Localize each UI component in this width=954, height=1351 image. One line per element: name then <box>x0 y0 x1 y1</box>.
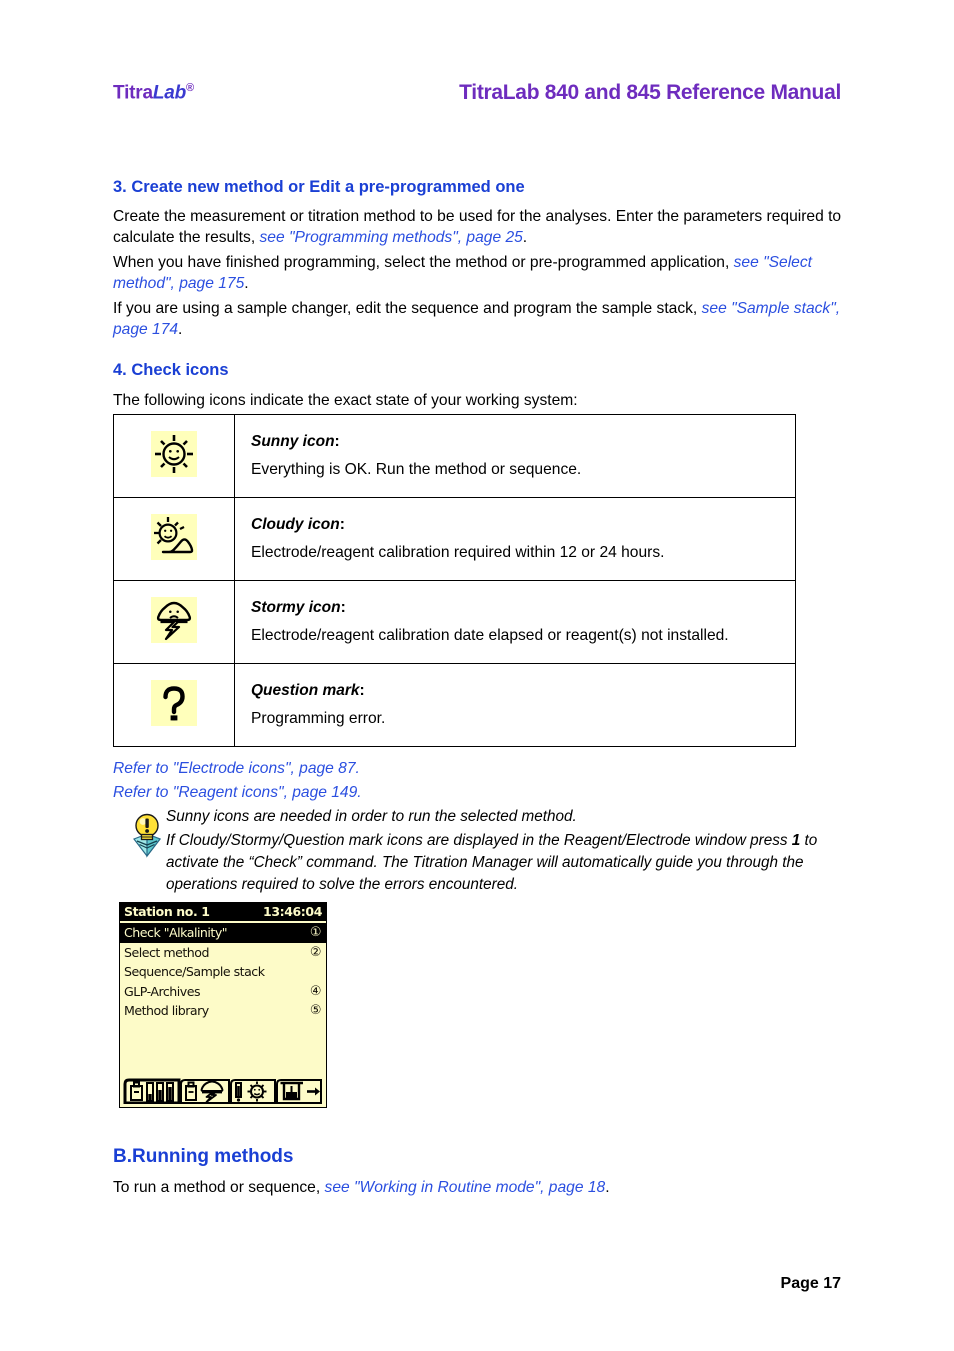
row-title: Cloudy icon: <box>251 514 795 536</box>
note-line-2: If Cloudy/Stormy/Question mark icons are… <box>166 830 846 896</box>
text-cell: Cloudy icon: Electrode/reagent calibrati… <box>234 497 796 581</box>
row-description: Everything is OK. Run the method or sequ… <box>251 461 582 478</box>
lcd-menu-label: Method library <box>124 1003 209 1018</box>
text-cell: Question mark: Programming error. <box>234 663 796 747</box>
para3-lead-text: If you are using a sample changer, edit … <box>113 300 702 317</box>
lightbulb-tip-icon <box>126 812 168 860</box>
refer-reagent-icons[interactable]: Refer to "Reagent icons", page 149. <box>113 784 362 802</box>
logo-lab-text: Lab <box>152 82 187 104</box>
row-title: Stormy icon: <box>251 597 795 619</box>
para2-lead-text: When you have finished programming, sele… <box>113 254 734 271</box>
section-b-paragraph: To run a method or sequence, see "Workin… <box>113 1177 843 1198</box>
para1-tail-text: . <box>522 229 528 246</box>
sample-transfer-button <box>276 1079 322 1104</box>
row-title-text: Question mark <box>251 682 360 699</box>
registered-trademark-icon: ® <box>186 82 194 94</box>
row-description: Electrode/reagent calibration date elaps… <box>251 627 729 644</box>
text-cell: Stormy icon: Electrode/reagent calibrati… <box>234 580 796 664</box>
row-title-colon: : <box>340 599 346 616</box>
lcd-menu-label: Sequence/Sample stack <box>124 964 265 979</box>
icon-cell <box>113 497 235 581</box>
lcd-station-label: Station no. 1 <box>124 904 210 919</box>
lcd-menu-number: ② <box>309 944 322 960</box>
section-4-intro: The following icons indicate the exact s… <box>113 392 578 409</box>
lcd-menu-number: ⑤ <box>309 1003 322 1018</box>
lcd-menu-item-sequence-sample-stack[interactable]: Sequence/Sample stack <box>120 962 326 982</box>
section-3-paragraph-1: Create the measurement or titration meth… <box>113 206 843 248</box>
section-b-lead-text: To run a method or sequence, <box>113 1179 325 1196</box>
lcd-menu-item-method-library[interactable]: Method library ⑤ <box>120 1001 326 1021</box>
section-3-paragraph-2: When you have finished programming, sele… <box>113 252 843 294</box>
logo-titra-text: Titra <box>113 82 153 104</box>
para2-tail-text: . <box>244 275 249 292</box>
titralab-logo: TitraLab® <box>113 82 194 104</box>
para3-tail-text: . <box>178 321 183 338</box>
lcd-menu-number: ④ <box>309 983 322 999</box>
row-description: Electrode/reagent calibration required w… <box>251 544 665 561</box>
table-row: Cloudy icon: Electrode/reagent calibrati… <box>113 497 796 581</box>
lcd-menu-item-select-method[interactable]: Select method ② <box>120 943 326 963</box>
lcd-menu-item-glp-archives[interactable]: GLP-Archives ④ <box>120 982 326 1002</box>
table-row: Stormy icon: Electrode/reagent calibrati… <box>113 580 796 664</box>
icon-cell <box>113 580 235 664</box>
lcd-clock: 13:46:04 <box>263 904 322 919</box>
note-line-2-part-a: If Cloudy/Stormy/Question mark icons are… <box>166 832 792 849</box>
lcd-menu-label: Select method <box>124 944 210 960</box>
row-title-colon: : <box>359 682 365 699</box>
electrode-sunny-button <box>230 1079 276 1104</box>
question-mark-icon <box>151 679 197 726</box>
row-title-colon: : <box>334 433 340 450</box>
row-description: Programming error. <box>251 710 386 727</box>
icon-cell <box>113 414 235 498</box>
row-title: Question mark: <box>251 680 795 702</box>
row-title-colon: : <box>339 516 345 533</box>
page-number-footer: Page 17 <box>780 1275 841 1292</box>
lcd-menu-label: GLP-Archives <box>124 983 201 999</box>
manual-page: TitraLab® TitraLab 840 and 845 Reference… <box>0 0 954 1351</box>
instrument-lcd-screenshot: Station no. 1 13:46:04 Check "Alkalinity… <box>119 902 327 1108</box>
refer-electrode-icons[interactable]: Refer to "Electrode icons", page 87. <box>113 760 360 778</box>
page-header: TitraLab® TitraLab 840 and 845 Reference… <box>113 81 841 112</box>
note-block: Sunny icons are needed in order to run t… <box>166 806 846 896</box>
section-b-tail-text: . <box>605 1179 610 1196</box>
xref-working-routine-mode[interactable]: see "Working in Routine mode", page 18 <box>325 1179 606 1196</box>
lcd-menu-item-check[interactable]: Check "Alkalinity" ① <box>120 923 326 943</box>
reagent-stormy-button <box>180 1079 230 1104</box>
cloudy-icon <box>151 513 197 560</box>
section-3-heading: 3. Create new method or Edit a pre-progr… <box>113 178 525 196</box>
lcd-title-bar: Station no. 1 13:46:04 <box>120 903 326 921</box>
note-line-1: Sunny icons are needed in order to run t… <box>166 808 577 825</box>
check-icons-table: Sunny icon: Everything is OK. Run the me… <box>113 414 796 747</box>
icon-cell <box>113 663 235 747</box>
manual-title: TitraLab 840 and 845 Reference Manual <box>459 81 841 104</box>
lcd-menu-label: Check "Alkalinity" <box>124 925 228 940</box>
lcd-toolbar <box>123 1074 323 1104</box>
lcd-menu-number: ① <box>309 925 322 940</box>
row-title-text: Cloudy icon <box>251 516 340 533</box>
row-title-text: Sunny icon <box>251 433 335 450</box>
section-3-paragraph-3: If you are using a sample changer, edit … <box>113 298 843 340</box>
sunny-icon <box>151 430 197 477</box>
text-cell: Sunny icon: Everything is OK. Run the me… <box>234 414 796 498</box>
reagent-electrode-button <box>123 1078 181 1104</box>
section-4-heading: 4. Check icons <box>113 361 229 379</box>
row-title: Sunny icon: <box>251 431 795 453</box>
row-title-text: Stormy icon <box>251 599 341 616</box>
lcd-main-menu: Check "Alkalinity" ① Select method ② Seq… <box>120 923 326 1021</box>
section-b-heading: B.Running methods <box>113 1146 294 1167</box>
table-row: Question mark: Programming error. <box>113 663 796 747</box>
table-row: Sunny icon: Everything is OK. Run the me… <box>113 414 796 498</box>
stormy-icon <box>151 596 197 643</box>
xref-programming-methods[interactable]: see "Programming methods", page 25 <box>259 229 522 246</box>
